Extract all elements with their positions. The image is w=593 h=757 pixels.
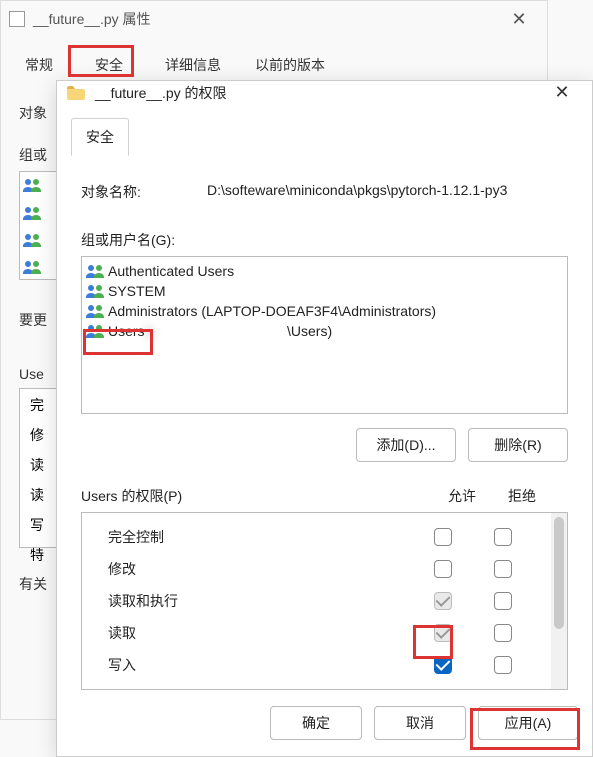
allow-checkbox[interactable]	[434, 592, 452, 610]
users-icon	[85, 283, 105, 299]
perm-name: 读取和执行	[100, 591, 413, 611]
perm-row-write: 写入	[100, 649, 533, 681]
perm-row-read: 读取	[100, 617, 533, 649]
object-name-value: D:\softeware\miniconda\pkgs\pytorch-1.12…	[207, 182, 507, 202]
users-icon	[22, 177, 42, 193]
deny-checkbox[interactable]	[494, 624, 512, 642]
parent-titlebar: __future__.py 属性 ✕	[1, 1, 547, 37]
group-name: Authenticated Users	[108, 263, 234, 279]
perm-row-full-control: 完全控制	[100, 521, 533, 553]
add-button[interactable]: 添加(D)...	[356, 428, 456, 462]
child-close-button[interactable]: ✕	[542, 82, 582, 103]
deny-checkbox[interactable]	[494, 592, 512, 610]
perm-name: 完全控制	[100, 527, 413, 547]
permissions-header: Users 的权限(P) 允许 拒绝	[81, 486, 568, 506]
tab-security[interactable]: 安全	[77, 51, 141, 79]
child-titlebar: __future__.py 的权限 ✕	[57, 81, 592, 104]
child-body: 对象名称: D:\softeware\miniconda\pkgs\pytorc…	[57, 156, 592, 690]
tab-general[interactable]: 常规	[15, 51, 63, 79]
perm-row-read-execute: 读取和执行	[100, 585, 533, 617]
group-row-authenticated-users[interactable]: Authenticated Users	[85, 261, 564, 281]
tab-security[interactable]: 安全	[71, 118, 129, 156]
allow-checkbox[interactable]	[434, 560, 452, 578]
cancel-button[interactable]: 取消	[374, 706, 466, 740]
object-name-row: 对象名称: D:\softeware\miniconda\pkgs\pytorc…	[81, 182, 568, 202]
perm-scrollbar[interactable]	[551, 513, 567, 689]
app-icon	[9, 11, 25, 27]
groups-list[interactable]: Authenticated Users SYSTEM Administrator…	[81, 256, 568, 414]
permissions-table: 完全控制 修改 读取和执行 读取	[81, 512, 568, 690]
group-name-suffix: \Users)	[287, 323, 332, 339]
perm-name: 读取	[100, 623, 413, 643]
deny-checkbox[interactable]	[494, 656, 512, 674]
allow-checkbox-write[interactable]	[434, 656, 452, 674]
users-icon	[85, 263, 105, 279]
deny-checkbox[interactable]	[494, 528, 512, 546]
group-row-administrators[interactable]: Administrators (LAPTOP-DOEAF3F4\Administ…	[85, 301, 564, 321]
tab-details[interactable]: 详细信息	[155, 51, 231, 79]
perm-name: 修改	[100, 559, 413, 579]
group-name-prefix: Users	[108, 323, 145, 339]
deny-checkbox[interactable]	[494, 560, 512, 578]
parent-close-button[interactable]: ✕	[499, 9, 539, 30]
child-window-title: __future__.py 的权限	[95, 83, 542, 103]
perm-header-name: Users 的权限(P)	[81, 486, 432, 506]
perm-header-allow: 允许	[432, 486, 492, 506]
allow-checkbox[interactable]	[434, 624, 452, 642]
group-row-users[interactable]: Users (L \Users)	[85, 321, 564, 341]
perm-row-modify: 修改	[100, 553, 533, 585]
users-icon	[22, 259, 42, 275]
users-icon	[85, 303, 105, 319]
perm-name: 写入	[100, 655, 413, 675]
users-icon	[22, 205, 42, 221]
group-buttons-row: 添加(D)... 删除(R)	[81, 428, 568, 462]
object-name-label: 对象名称:	[81, 182, 207, 202]
group-row-system[interactable]: SYSTEM	[85, 281, 564, 301]
ok-button[interactable]: 确定	[270, 706, 362, 740]
users-icon	[85, 323, 105, 339]
parent-tabs: 常规 安全 详细信息 以前的版本	[1, 37, 547, 79]
allow-checkbox[interactable]	[434, 528, 452, 546]
tab-previous-versions[interactable]: 以前的版本	[245, 51, 335, 79]
users-icon	[22, 232, 42, 248]
group-name: SYSTEM	[108, 283, 166, 299]
groups-label: 组或用户名(G):	[81, 230, 568, 250]
remove-button[interactable]: 删除(R)	[468, 428, 568, 462]
group-name-blurred: (L	[145, 323, 157, 339]
permissions-child-window: __future__.py 的权限 ✕ 安全 对象名称: D:\softewar…	[56, 80, 593, 757]
group-name: Administrators (LAPTOP-DOEAF3F4\Administ…	[108, 303, 436, 319]
perm-header-deny: 拒绝	[492, 486, 552, 506]
child-tabs: 安全	[57, 104, 592, 156]
scrollbar-thumb[interactable]	[554, 517, 564, 629]
apply-button[interactable]: 应用(A)	[478, 706, 578, 740]
parent-window-title: __future__.py 属性	[33, 9, 499, 29]
dialog-footer: 确定 取消 应用(A)	[57, 690, 592, 756]
folder-icon	[67, 86, 85, 100]
